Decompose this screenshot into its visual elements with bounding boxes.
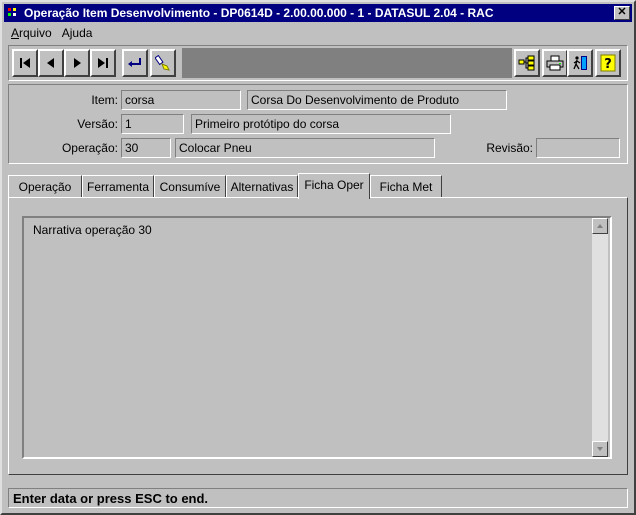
- next-record-icon: [74, 58, 81, 68]
- tab-ferramenta[interactable]: Ferramenta: [82, 175, 154, 198]
- arrow-up-icon: [597, 224, 603, 228]
- zoom-tree-button[interactable]: [514, 49, 540, 77]
- previous-record-button[interactable]: [38, 49, 64, 77]
- toolbar-spacer: [182, 48, 512, 78]
- next-record-button[interactable]: [64, 49, 90, 77]
- svg-text:?: ?: [604, 57, 612, 72]
- first-record-button[interactable]: [12, 49, 38, 77]
- operation-code-field[interactable]: 30: [121, 138, 171, 158]
- item-description-field: Corsa Do Desenvolvimento de Produto: [247, 90, 507, 110]
- title-bar: Operação Item Desenvolvimento - DP0614D …: [4, 4, 632, 22]
- search-icon: [155, 55, 170, 71]
- tab-consumiveis[interactable]: Consumíve: [154, 175, 226, 198]
- tab-alternativas[interactable]: Alternativas: [226, 175, 298, 198]
- arrow-down-icon: [597, 447, 603, 451]
- menu-arquivo[interactable]: Arquivo: [6, 24, 57, 42]
- close-button[interactable]: ✕: [614, 6, 630, 20]
- app-icon: [7, 6, 21, 20]
- vertical-scrollbar[interactable]: [592, 218, 608, 457]
- window-title: Operação Item Desenvolvimento - DP0614D …: [24, 6, 494, 20]
- revision-field[interactable]: [536, 138, 620, 158]
- version-code-field[interactable]: 1: [121, 114, 184, 134]
- goto-icon: [128, 58, 141, 67]
- toolbar: ?: [8, 45, 628, 81]
- goto-button[interactable]: [122, 49, 148, 77]
- exit-icon: [573, 56, 587, 70]
- exit-button[interactable]: [567, 49, 593, 77]
- tab-operacao[interactable]: Operação: [8, 175, 82, 198]
- first-record-icon: [20, 58, 30, 68]
- narrative-text[interactable]: Narrativa operação 30: [33, 223, 152, 237]
- menu-ajuda[interactable]: Ajuda: [57, 24, 98, 42]
- tab-ficha-met[interactable]: Ficha Met: [370, 175, 442, 198]
- print-icon: [546, 55, 564, 71]
- operation-label: Operação:: [61, 141, 118, 155]
- item-code-field[interactable]: corsa: [121, 90, 241, 110]
- help-icon: ?: [600, 54, 616, 72]
- revision-label: Revisão:: [486, 141, 533, 155]
- status-bar: Enter data or press ESC to end.: [8, 488, 628, 508]
- search-button[interactable]: [150, 49, 176, 77]
- last-record-button[interactable]: [90, 49, 116, 77]
- menu-bar: Arquivo Ajuda: [6, 24, 97, 42]
- scroll-up-button[interactable]: [592, 218, 608, 234]
- previous-record-icon: [47, 58, 54, 68]
- zoom-tree-icon: [518, 55, 535, 71]
- item-label: Item:: [91, 93, 118, 107]
- tab-ficha-oper[interactable]: Ficha Oper: [298, 173, 370, 199]
- narrative-editor[interactable]: Narrativa operação 30: [22, 216, 612, 459]
- print-button[interactable]: [542, 49, 568, 77]
- help-button[interactable]: ?: [595, 49, 621, 77]
- operation-description-field: Colocar Pneu: [175, 138, 435, 158]
- version-description-field: Primeiro protótipo do corsa: [191, 114, 451, 134]
- scroll-down-button[interactable]: [592, 441, 608, 457]
- last-record-icon: [98, 58, 108, 68]
- version-label: Versão:: [77, 117, 118, 131]
